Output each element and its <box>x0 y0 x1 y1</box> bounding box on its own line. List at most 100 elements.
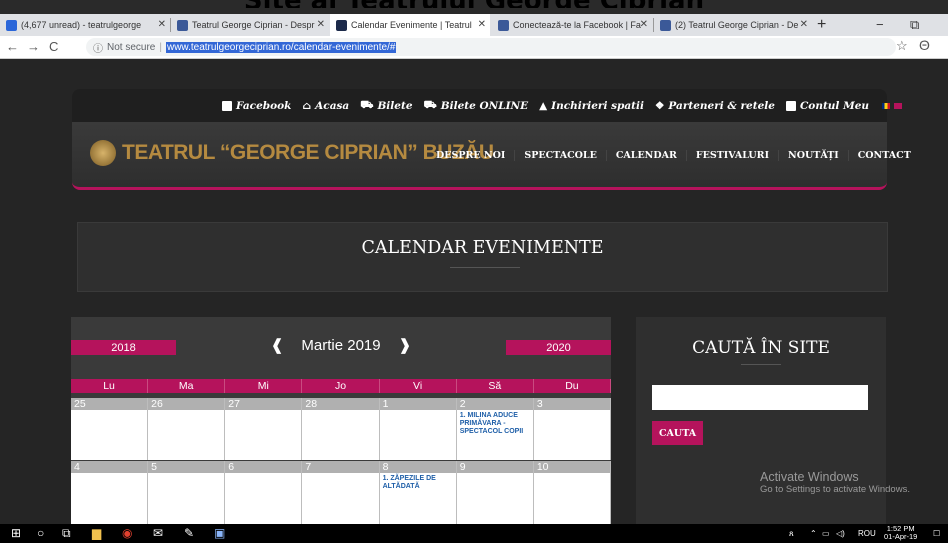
page-title-box: CALENDAR EVENIMENTE <box>77 222 888 292</box>
weekday-label: Mi <box>225 379 303 393</box>
not-secure-label: Not secure <box>107 41 156 53</box>
event-link[interactable]: 1. ZĂPEZILE DE ALTĂDATĂ <box>380 473 456 491</box>
day-number: 1 <box>379 398 456 410</box>
day-cell[interactable]: 8 1. ZĂPEZILE DE ALTĂDATĂ <box>379 461 457 524</box>
top-link-bilete[interactable]: ⛟ Bilete <box>360 99 412 113</box>
day-number: 6 <box>225 461 302 473</box>
day-cell[interactable]: 5 <box>148 461 226 524</box>
day-cell[interactable]: 9 <box>456 461 534 524</box>
day-cell[interactable]: 4 <box>71 461 149 524</box>
day-number: 8 <box>379 461 456 473</box>
event-link[interactable]: 1. MILINA ADUCE PRIMĂVARA - SPECTACOL CO… <box>457 410 533 436</box>
next-month-arrow-icon[interactable]: ❱ <box>399 337 412 354</box>
day-cell[interactable]: 10 <box>533 461 611 524</box>
tab-calendar[interactable]: Calendar Evenimente | Teatrul ✕ <box>330 14 490 36</box>
month-nav: ❰ Martie 2019 ❱ <box>231 336 451 354</box>
day-cell[interactable]: 1 <box>379 398 457 460</box>
uk-flag-icon[interactable] <box>894 103 903 109</box>
day-cell[interactable]: 26 <box>148 398 226 460</box>
menu-calendar[interactable]: CALENDAR <box>607 150 687 161</box>
day-cell[interactable]: 6 <box>225 461 303 524</box>
handshake-icon: ❖ <box>655 100 665 112</box>
tab-facebook-page[interactable]: (2) Teatrul George Ciprian - De ✕ <box>654 14 812 36</box>
language-indicator[interactable]: ROU <box>858 529 876 538</box>
close-icon[interactable]: ✕ <box>478 19 486 30</box>
close-icon[interactable]: ✕ <box>158 19 166 30</box>
top-link-contul-meu[interactable]: Contul Meu <box>785 99 869 113</box>
page-title: CALENDAR EVENIMENTE <box>361 238 604 258</box>
menu-contact[interactable]: CONTACT <box>849 150 920 161</box>
main-menu: DESPRE NOI SPECTACOLE CALENDAR FESTIVALU… <box>427 150 920 161</box>
chrome-icon[interactable]: ◉ <box>122 526 132 540</box>
top-link-bilete-online[interactable]: ⛟ Bilete ONLINE <box>424 99 529 113</box>
url-text[interactable]: www.teatrulgeorgeciprian.ro/calendar-eve… <box>165 41 397 53</box>
volume-icon[interactable]: ◁) <box>836 529 845 538</box>
windows-start-icon[interactable]: ⊞ <box>11 526 21 540</box>
day-cell[interactable]: 7 <box>302 461 380 524</box>
day-cell[interactable]: 3 <box>533 398 611 460</box>
page-content: Facebook ⌂ Acasa ⛟ Bilete ⛟ Bilete ONLINE ▲… <box>0 59 948 524</box>
language-flags[interactable] <box>882 99 903 113</box>
day-cell[interactable]: 27 <box>225 398 303 460</box>
activate-line-2: Go to Settings to activate Windows. <box>760 484 910 495</box>
day-number: 5 <box>148 461 225 473</box>
mail-icon[interactable]: ✉ <box>153 526 163 540</box>
bookmark-star-icon[interactable]: ☆ <box>896 38 908 54</box>
top-link-acasa[interactable]: ⌂ Acasa <box>302 99 349 113</box>
forward-icon[interactable]: → <box>27 39 40 54</box>
search-icon[interactable]: ○ <box>37 526 44 540</box>
weekday-label: Lu <box>71 379 149 393</box>
browser-tab-bar: (4,677 unread) - teatrulgeorge ✕ Teatrul … <box>0 14 948 36</box>
tab-despre[interactable]: Teatrul George Ciprian - Despr ✕ <box>171 14 329 36</box>
top-link-facebook[interactable]: Facebook <box>222 99 291 113</box>
close-icon[interactable]: ✕ <box>317 19 325 30</box>
back-icon[interactable]: ← <box>6 39 19 54</box>
building-icon: ▲ <box>539 100 548 112</box>
reload-icon[interactable]: C <box>49 39 58 54</box>
prev-year-button[interactable]: 2018 <box>71 340 176 355</box>
next-year-button[interactable]: 2020 <box>506 340 611 355</box>
tab-label: Calendar Evenimente | Teatrul <box>351 20 472 30</box>
info-icon[interactable]: ⓘ <box>93 40 103 55</box>
weekday-label: Jo <box>302 379 380 393</box>
site-icon <box>336 19 347 31</box>
file-explorer-icon[interactable]: ▆ <box>92 526 101 540</box>
top-link-parteneri[interactable]: ❖ Parteneri & retele <box>655 99 775 113</box>
day-cell[interactable]: 28 <box>302 398 380 460</box>
tray-arrow-icon[interactable]: ⌃ <box>810 529 817 538</box>
site-header: TEATRUL “GEORGE CIPRIAN” BUZĂU DESPRE NO… <box>72 122 911 190</box>
account-icon[interactable]: Θ <box>919 37 930 53</box>
prev-month-arrow-icon[interactable]: ❰ <box>271 337 284 354</box>
menu-festivaluri[interactable]: FESTIVALURI <box>687 150 780 161</box>
clock[interactable]: 1:52 PM 01-Apr-19 <box>884 525 917 541</box>
restore-button[interactable]: ⧉ <box>910 17 919 33</box>
network-icon[interactable]: ▭ <box>822 529 830 538</box>
day-cell[interactable]: 2 1. MILINA ADUCE PRIMĂVARA - SPECTACOL C… <box>456 398 534 460</box>
notification-icon[interactable]: ☐ <box>933 529 940 538</box>
day-number: 28 <box>302 398 379 410</box>
calendar-header: 2018 ❰ Martie 2019 ❱ 2020 <box>71 336 611 358</box>
menu-despre-noi[interactable]: DESPRE NOI <box>427 150 516 161</box>
menu-noutati[interactable]: NOUTĂȚI <box>779 150 849 161</box>
facebook-icon <box>660 19 671 31</box>
close-icon[interactable]: ✕ <box>640 19 648 30</box>
romanian-flag-icon[interactable] <box>882 103 891 109</box>
day-number: 9 <box>456 461 533 473</box>
people-icon[interactable]: ጸ <box>789 529 794 539</box>
top-link-inchirieri[interactable]: ▲ Inchirieri spatii <box>539 99 644 113</box>
day-cell[interactable]: 25 <box>71 398 149 460</box>
tab-gmail[interactable]: (4,677 unread) - teatrulgeorge ✕ <box>0 14 170 36</box>
document-icon[interactable]: ▣ <box>214 526 225 540</box>
paint-icon[interactable]: ✎ <box>184 526 194 540</box>
task-view-icon[interactable]: ⧉ <box>62 526 71 541</box>
tab-facebook-login[interactable]: Conectează-te la Facebook | Fa ✕ <box>492 14 652 36</box>
tab-label: (2) Teatrul George Ciprian - De <box>675 20 799 30</box>
new-tab-button[interactable]: + <box>817 16 826 34</box>
url-field[interactable]: ⓘ Not secure | www.teatrulgeorgeciprian.… <box>86 38 896 56</box>
minimize-button[interactable]: − <box>876 17 884 32</box>
search-input[interactable] <box>652 385 868 410</box>
menu-spectacole[interactable]: SPECTACOLE <box>515 150 607 161</box>
close-icon[interactable]: ✕ <box>800 19 808 30</box>
search-button[interactable]: CAUTA <box>652 421 704 445</box>
weekday-label: Să <box>456 379 534 393</box>
